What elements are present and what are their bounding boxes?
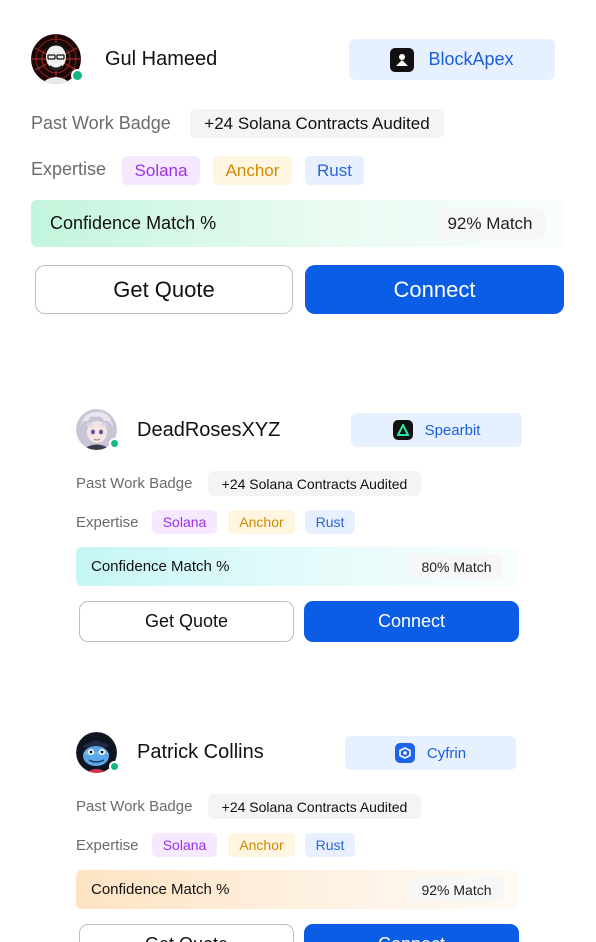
- match-percentage: 92% Match: [435, 209, 545, 239]
- expertise-tag: Anchor: [213, 156, 292, 185]
- cyfrin-logo-icon: [394, 743, 415, 763]
- match-percentage: 92% Match: [410, 877, 503, 902]
- auditor-card: Gul Hameed BlockApex Past Work Badge +24…: [0, 0, 596, 330]
- past-work-badge: +24 Solana Contracts Audited: [208, 471, 421, 496]
- expertise-tag: Anchor: [228, 510, 295, 534]
- expertise-tag: Rust: [305, 833, 355, 857]
- auditor-name: Patrick Collins: [137, 741, 264, 763]
- past-work-label: Past Work Badge: [31, 113, 171, 133]
- auditor-card: DeadRosesXYZ Spearbit Past Work Badge +2…: [0, 400, 596, 650]
- connect-button[interactable]: Connect: [304, 924, 519, 942]
- past-work-label: Past Work Badge: [76, 798, 193, 815]
- expertise-tag: Solana: [152, 833, 217, 857]
- connect-button[interactable]: Connect: [305, 265, 564, 314]
- confidence-label: Confidence Match %: [50, 213, 217, 233]
- spearbit-logo-icon: [392, 420, 413, 440]
- past-work-label: Past Work Badge: [76, 475, 193, 492]
- confidence-label: Confidence Match %: [91, 881, 230, 898]
- auditor-card: Patrick Collins Cyfrin Past Work Badge +…: [0, 723, 596, 942]
- expertise-label: Expertise: [31, 159, 107, 179]
- online-status-dot: [71, 69, 84, 82]
- org-name: BlockApex: [428, 49, 514, 69]
- auditor-name: Gul Hameed: [105, 48, 218, 70]
- org-badge[interactable]: Cyfrin: [345, 736, 516, 770]
- online-status-dot: [109, 438, 120, 449]
- auditor-name: DeadRosesXYZ: [137, 419, 281, 441]
- org-badge[interactable]: Spearbit: [351, 413, 522, 447]
- confidence-bar: Confidence Match % 80% Match: [76, 547, 518, 586]
- connect-button[interactable]: Connect: [304, 601, 519, 642]
- match-percentage: 80% Match: [410, 554, 503, 579]
- expertise-tag: Solana: [122, 156, 200, 185]
- get-quote-button[interactable]: Get Quote: [79, 924, 294, 942]
- expertise-tag: Anchor: [228, 833, 295, 857]
- past-work-badge: +24 Solana Contracts Audited: [190, 109, 444, 138]
- get-quote-button[interactable]: Get Quote: [79, 601, 294, 642]
- expertise-label: Expertise: [76, 837, 139, 854]
- past-work-badge: +24 Solana Contracts Audited: [208, 794, 421, 819]
- blockapex-logo-icon: [390, 47, 415, 72]
- org-name: Cyfrin: [426, 744, 467, 762]
- expertise-tag: Solana: [152, 510, 217, 534]
- expertise-tag: Rust: [305, 510, 355, 534]
- confidence-bar: Confidence Match % 92% Match: [31, 200, 564, 247]
- expertise-tag: Rust: [305, 156, 364, 185]
- get-quote-button[interactable]: Get Quote: [35, 265, 293, 314]
- confidence-label: Confidence Match %: [91, 558, 230, 575]
- online-status-dot: [109, 761, 120, 772]
- expertise-label: Expertise: [76, 514, 139, 531]
- org-name: Spearbit: [424, 421, 481, 439]
- org-badge[interactable]: BlockApex: [349, 39, 555, 80]
- confidence-bar: Confidence Match % 92% Match: [76, 870, 518, 909]
